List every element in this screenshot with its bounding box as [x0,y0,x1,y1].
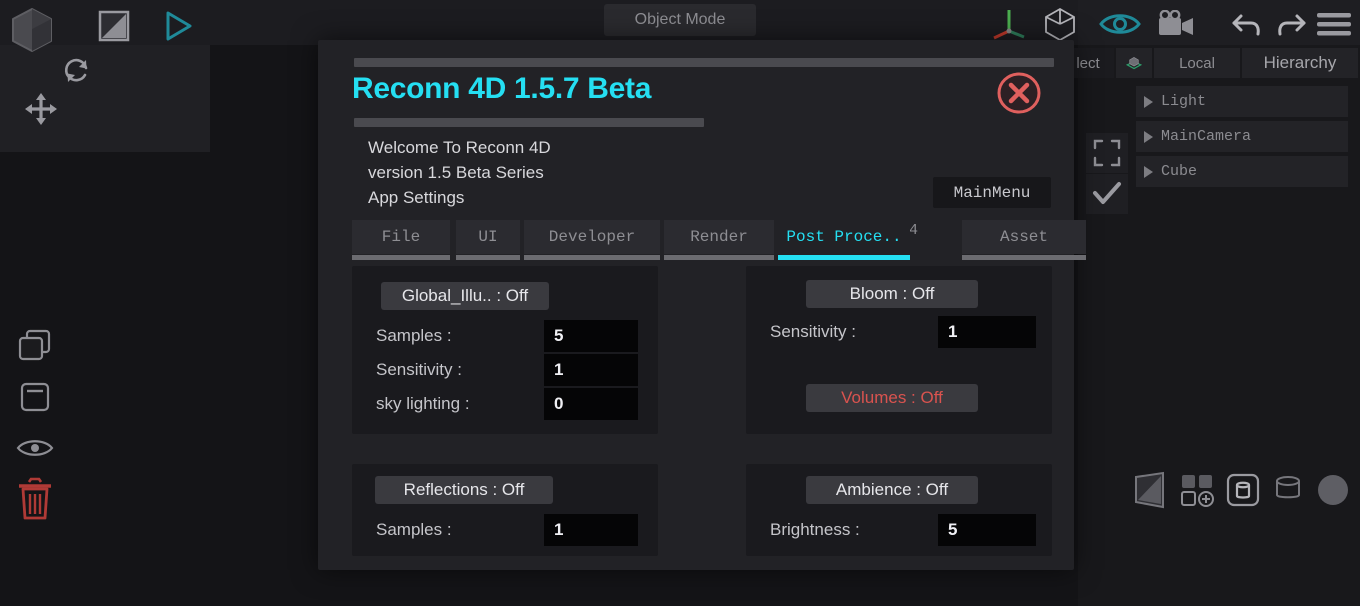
check-icon[interactable] [1086,174,1128,214]
shading-icon[interactable] [96,8,132,44]
cube-icon[interactable] [4,2,60,58]
bottom-icon-row [1132,468,1358,516]
welcome-line-2: version 1.5 Beta Series [368,160,551,185]
application-root: Object Mode [0,0,1360,606]
global-illumination-toggle[interactable]: Global_Illu.. : Off [381,282,549,310]
panel-reflections: Reflections : Off Samples : 1 [352,464,658,556]
row-gi-sky-lighting: sky lighting : 0 [376,388,638,420]
reflections-samples-field[interactable]: 1 [544,514,638,546]
bloom-toggle[interactable]: Bloom : Off [806,280,978,308]
undo-icon[interactable] [1228,6,1266,42]
rotate-icon[interactable] [58,52,96,90]
row-label: Sensitivity : [770,316,856,348]
gi-sky-lighting-field[interactable]: 0 [544,388,638,420]
frame-brackets-icon[interactable] [1086,133,1128,173]
tab-render[interactable]: Render [664,220,774,254]
right-panel-tabs: lect Local Hierarchy [1062,48,1360,78]
duplicate-icon[interactable] [14,326,56,364]
panel-bloom: Bloom : Off Sensitivity : 1 Volumes : Of… [746,266,1052,434]
eye-icon[interactable] [1098,6,1142,42]
welcome-line-1: Welcome To Reconn 4D [368,135,551,160]
add-grid-icon[interactable] [1180,473,1214,512]
welcome-line-3: App Settings [368,185,551,210]
panel-ambience: Ambience : Off Brightness : 5 [746,464,1052,556]
tab-label: UI [478,228,497,246]
list-item[interactable]: MainCamera [1136,121,1348,152]
redo-icon[interactable] [1272,6,1310,42]
movie-camera-icon[interactable] [1155,6,1199,42]
hierarchy-list: Light MainCamera Cube [1136,86,1348,191]
object-icon[interactable] [1272,473,1304,512]
ambience-toggle[interactable]: Ambience : Off [806,476,978,504]
pivot-icon[interactable] [1116,48,1152,78]
sphere-icon[interactable] [1316,473,1350,512]
tab-local[interactable]: Local [1154,48,1240,78]
hierarchy-item-label: Light [1161,93,1206,110]
gi-sensitivity-field[interactable]: 1 [544,354,638,386]
chevron-right-icon[interactable] [1144,96,1153,108]
close-button[interactable] [997,71,1041,115]
bloom-sensitivity-field[interactable]: 1 [938,316,1036,348]
perspective-icon[interactable] [1132,471,1168,514]
tab-label: File [382,228,420,246]
row-gi-samples: Samples : 5 [376,320,638,352]
eye-icon[interactable] [14,432,56,464]
tab-asset[interactable]: Asset [962,220,1086,254]
tab-hierarchy[interactable]: Hierarchy [1242,48,1358,78]
tab-post-process[interactable]: Post Proce.. [778,220,910,254]
list-item[interactable]: Light [1136,86,1348,117]
volumes-toggle[interactable]: Volumes : Off [806,384,978,412]
dialog-title: Reconn 4D 1.5.7 Beta [352,72,651,106]
row-gi-sensitivity: Sensitivity : 1 [376,354,638,386]
tab-file[interactable]: File [352,220,450,254]
tab-ui[interactable]: UI [456,220,520,254]
tab-label: Asset [1000,228,1048,246]
axis-gizmo-icon[interactable] [985,4,1033,44]
welcome-text: Welcome To Reconn 4D version 1.5 Beta Se… [368,135,551,210]
dialog-divider-mid [354,118,704,127]
move-icon[interactable] [20,88,62,130]
row-label: Brightness : [770,514,860,546]
ambience-brightness-field[interactable]: 5 [938,514,1036,546]
hierarchy-item-label: MainCamera [1161,128,1251,145]
chevron-right-icon[interactable] [1144,131,1153,143]
row-label: sky lighting : [376,388,470,420]
row-label: Samples : [376,514,452,546]
panel-global-illumination: Global_Illu.. : Off Samples : 5 Sensitiv… [352,266,658,434]
row-label: Samples : [376,320,452,352]
tab-developer[interactable]: Developer [524,220,660,254]
gi-samples-field[interactable]: 5 [544,320,638,352]
cursor-icon[interactable] [160,8,196,44]
dialog-tab-bar: File UI Developer Render Post Proce.. As… [352,220,1052,262]
object-mode-label[interactable]: Object Mode [604,4,756,36]
settings-dialog: Reconn 4D 1.5.7 Beta Welcome To Reconn 4… [318,40,1074,570]
trash-icon[interactable] [12,476,58,522]
tab-label: Developer [549,228,635,246]
row-bloom-sensitivity: Sensitivity : 1 [770,316,1042,348]
wireframe-cube-icon[interactable] [1040,4,1080,44]
row-reflections-samples: Samples : 1 [376,514,638,546]
tab-label: Post Proce.. [786,228,901,246]
row-label: Sensitivity : [376,354,462,386]
main-menu-button[interactable]: MainMenu [933,177,1051,208]
list-item[interactable]: Cube [1136,156,1348,187]
dialog-divider-top [354,58,1054,67]
hamburger-menu-icon[interactable] [1312,6,1356,42]
object-selected-icon[interactable] [1226,473,1260,512]
row-ambience-brightness: Brightness : 5 [770,514,1042,546]
chevron-right-icon[interactable] [1144,166,1153,178]
hierarchy-item-label: Cube [1161,163,1197,180]
reflections-toggle[interactable]: Reflections : Off [375,476,553,504]
panel-icon[interactable] [14,378,56,416]
tab-label: Render [690,228,748,246]
